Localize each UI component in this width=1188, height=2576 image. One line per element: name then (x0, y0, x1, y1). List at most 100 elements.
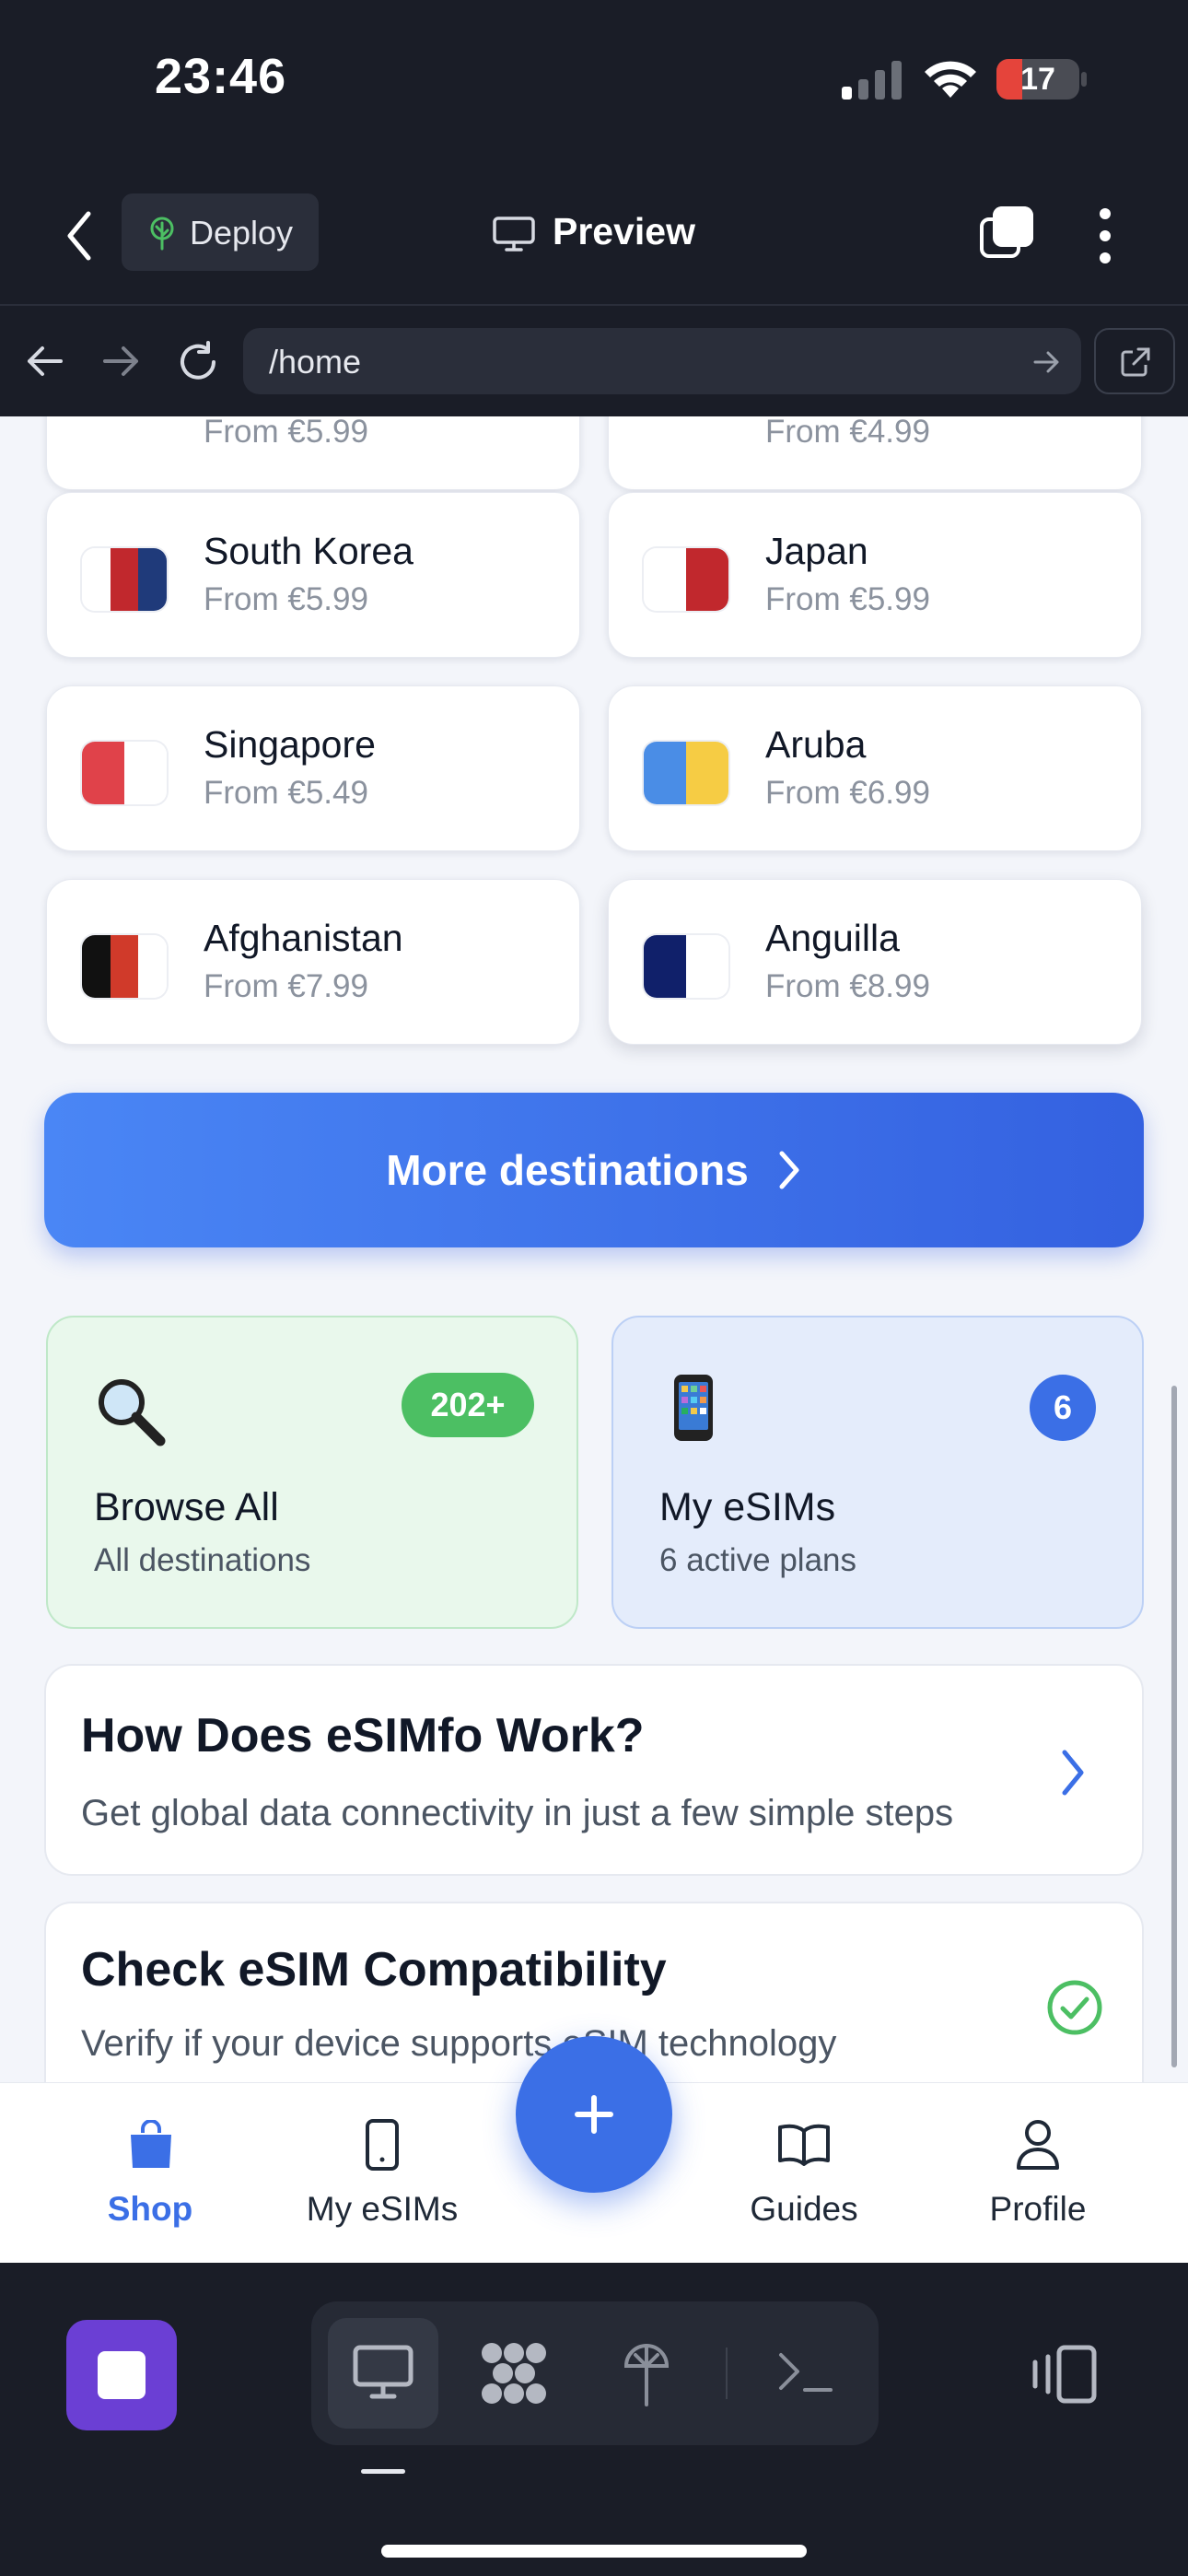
status-time: 23:46 (155, 49, 287, 104)
deploy-button[interactable]: Deploy (122, 193, 319, 271)
open-external-button[interactable] (1094, 328, 1175, 394)
home-indicator (381, 2545, 807, 2558)
afghanistan-flag-icon (82, 935, 167, 998)
tab-guides[interactable]: Guides (689, 2083, 919, 2264)
url-field[interactable]: /home (243, 328, 1081, 394)
destination-card-singapore[interactable]: Singapore From €5.49 (46, 685, 580, 851)
destination-card[interactable]: From €5.99 (46, 416, 580, 490)
check-circle-icon (1047, 1980, 1102, 2035)
deploy-tree-icon[interactable] (621, 2338, 672, 2408)
nav-forward-icon[interactable] (101, 345, 142, 378)
url-text: /home (269, 343, 362, 381)
destination-name: Anguilla (765, 917, 900, 959)
add-fab-button[interactable] (516, 2036, 672, 2193)
more-destinations-label: More destinations (386, 1146, 749, 1194)
signal-icon (842, 61, 902, 100)
external-link-icon (1121, 347, 1150, 377)
tabs-switcher-icon[interactable] (978, 206, 1035, 263)
destination-price: From €5.49 (204, 775, 368, 811)
status-bar: 23:46 17 (0, 0, 1188, 166)
preview-tab[interactable]: Preview (492, 205, 713, 260)
destination-price: From €4.99 (765, 416, 930, 450)
preview-label: Preview (553, 210, 695, 252)
destination-card-anguilla[interactable]: Anguilla From €8.99 (608, 879, 1142, 1045)
japan-flag-icon (644, 548, 728, 611)
plus-icon (575, 2095, 613, 2134)
tile-title: Browse All (94, 1485, 279, 1529)
tile-title: My eSIMs (659, 1485, 836, 1529)
destination-card-afghanistan[interactable]: Afghanistan From €7.99 (46, 879, 580, 1045)
reload-icon[interactable] (177, 341, 219, 383)
destination-name: Singapore (204, 723, 376, 766)
battery-cap (1081, 72, 1087, 87)
chevron-right-icon (1062, 1750, 1084, 1796)
terminal-icon[interactable] (777, 2348, 834, 2395)
bottom-dock (0, 2263, 1188, 2576)
destination-name: Japan (765, 530, 868, 572)
destination-price: From €8.99 (765, 968, 930, 1004)
tab-profile[interactable]: Profile (923, 2083, 1153, 2264)
phone-emoji-icon (674, 1375, 713, 1441)
how-it-works-card[interactable]: How Does eSIMfo Work? Get global data co… (44, 1664, 1144, 1876)
destination-price: From €6.99 (765, 775, 930, 811)
user-icon (1017, 2120, 1059, 2170)
destination-card-japan[interactable]: Japan From €5.99 (608, 492, 1142, 658)
more-vertical-icon[interactable] (1096, 206, 1114, 265)
tile-subtitle: 6 active plans (659, 1542, 857, 1578)
tab-label: Shop (107, 2190, 193, 2228)
destination-name: Afghanistan (204, 917, 403, 959)
back-chevron-icon[interactable] (61, 208, 98, 263)
shopping-bag-icon (131, 2120, 171, 2168)
tab-label: Profile (989, 2190, 1087, 2228)
device-toggle-icon[interactable] (1030, 2344, 1100, 2405)
tool-switcher (311, 2301, 879, 2445)
battery-indicator: 17 (996, 59, 1079, 100)
destination-price: From €5.99 (765, 581, 930, 617)
south-korea-flag-icon (82, 548, 167, 611)
my-esims-tile[interactable]: 6 My eSIMs 6 active plans (611, 1316, 1144, 1629)
destination-price: From €5.99 (204, 581, 368, 617)
wifi-icon (925, 61, 976, 98)
app-bar: Deploy Preview (0, 166, 1188, 306)
tab-my-esims[interactable]: My eSIMs (267, 2083, 497, 2264)
scrollbar-thumb[interactable] (1171, 1386, 1177, 2067)
destination-card-south-korea[interactable]: South Korea From €5.99 (46, 492, 580, 658)
destination-name: Aruba (765, 723, 867, 766)
destination-price: From €7.99 (204, 968, 368, 1004)
magnifier-icon (99, 1379, 166, 1446)
tile-subtitle: All destinations (94, 1542, 311, 1578)
deploy-tree-icon (150, 217, 174, 251)
go-arrow-icon[interactable] (1033, 350, 1061, 374)
monitor-icon (353, 2345, 413, 2399)
destination-name: South Korea (204, 530, 413, 572)
stop-square-icon (98, 2351, 146, 2399)
singapore-flag-icon (82, 742, 167, 804)
stop-button[interactable] (66, 2320, 177, 2430)
tab-label: My eSIMs (306, 2190, 459, 2228)
tab-shop[interactable]: Shop (35, 2083, 265, 2264)
destinations-count-badge: 202+ (402, 1373, 534, 1437)
aruba-flag-icon (644, 742, 728, 804)
phone-icon (366, 2119, 399, 2171)
book-icon (778, 2124, 830, 2166)
more-destinations-button[interactable]: More destinations (44, 1093, 1144, 1247)
deploy-label: Deploy (190, 214, 294, 252)
card-subtitle: Verify if your device supports eSIM tech… (81, 2023, 837, 2064)
destination-card-aruba[interactable]: Aruba From €6.99 (608, 685, 1142, 851)
card-subtitle: Get global data connectivity in just a f… (81, 1793, 954, 1833)
anguilla-flag-icon (644, 935, 728, 998)
card-title: Check eSIM Compatibility (81, 1943, 667, 1996)
card-title: How Does eSIMfo Work? (81, 1709, 645, 1762)
monitor-icon (493, 217, 535, 252)
destination-price: From €5.99 (204, 416, 368, 450)
tool-preview[interactable] (328, 2318, 438, 2429)
destination-card[interactable]: From €4.99 (608, 416, 1142, 490)
active-tool-indicator (361, 2469, 405, 2474)
browse-all-tile[interactable]: 202+ Browse All All destinations (46, 1316, 578, 1629)
nav-back-icon[interactable] (24, 345, 64, 378)
esims-count-badge: 6 (1030, 1375, 1096, 1441)
tab-label: Guides (750, 2190, 858, 2228)
workflow-icon[interactable] (479, 2340, 549, 2406)
battery-level: 17 (1020, 62, 1055, 97)
divider (726, 2348, 728, 2399)
